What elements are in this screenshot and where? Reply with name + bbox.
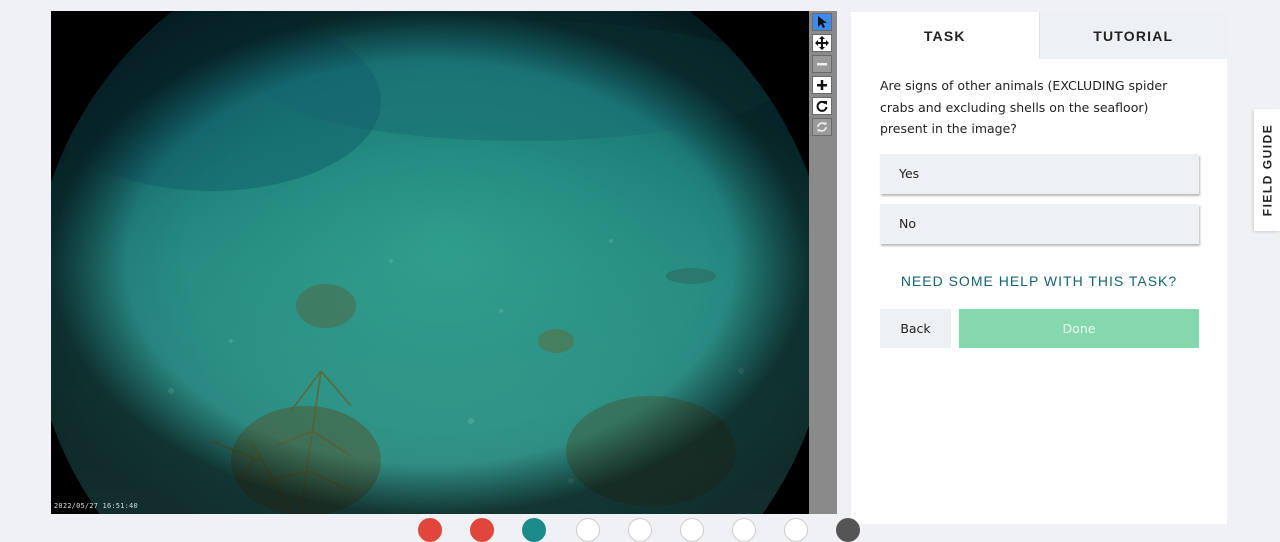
pointer-icon	[818, 16, 827, 28]
rotate-icon	[816, 100, 828, 112]
photo-timestamp: 2022/05/27 16:51:40	[54, 502, 138, 510]
footer-icon[interactable]	[522, 518, 546, 542]
field-guide-label: FIELD GUIDE	[1260, 123, 1275, 217]
zoom-in-icon	[817, 80, 827, 90]
reset-icon	[817, 122, 827, 132]
footer-icon[interactable]	[418, 518, 442, 542]
underwater-photo	[51, 11, 809, 514]
zoom-in-button[interactable]	[812, 76, 832, 94]
zoom-out-icon	[817, 63, 827, 66]
help-link[interactable]: NEED SOME HELP WITH THIS TASK?	[851, 273, 1227, 289]
zoom-out-button[interactable]	[812, 55, 832, 73]
footer-icon[interactable]	[470, 518, 494, 542]
tab-task[interactable]: TASK	[851, 12, 1039, 59]
move-icon	[815, 36, 829, 50]
task-panel: TASK TUTORIAL Are signs of other animals…	[851, 12, 1227, 524]
rotate-button[interactable]	[812, 97, 832, 115]
field-guide-tab[interactable]: FIELD GUIDE	[1254, 109, 1280, 231]
footer-icon[interactable]	[732, 518, 756, 542]
pointer-tool-button[interactable]	[812, 13, 832, 31]
answer-no-button[interactable]: No	[880, 203, 1199, 244]
footer-icon[interactable]	[784, 518, 808, 542]
footer-icon[interactable]	[576, 518, 600, 542]
footer-icon[interactable]	[628, 518, 652, 542]
task-actions: Back Done	[880, 309, 1199, 348]
image-toolbar	[809, 11, 837, 514]
back-button[interactable]: Back	[880, 309, 951, 348]
tab-tutorial[interactable]: TUTORIAL	[1038, 12, 1227, 59]
task-tabs: TASK TUTORIAL	[851, 12, 1227, 59]
move-tool-button[interactable]	[812, 34, 832, 52]
done-button[interactable]: Done	[959, 309, 1199, 348]
subject-image-viewer[interactable]: 2022/05/27 16:51:40	[51, 11, 809, 514]
footer-icon[interactable]	[680, 518, 704, 542]
task-question: Are signs of other animals (EXCLUDING sp…	[880, 78, 1168, 136]
answer-yes-button[interactable]: Yes	[880, 153, 1199, 194]
reset-button[interactable]	[812, 118, 832, 136]
footer-icon[interactable]	[836, 518, 860, 542]
